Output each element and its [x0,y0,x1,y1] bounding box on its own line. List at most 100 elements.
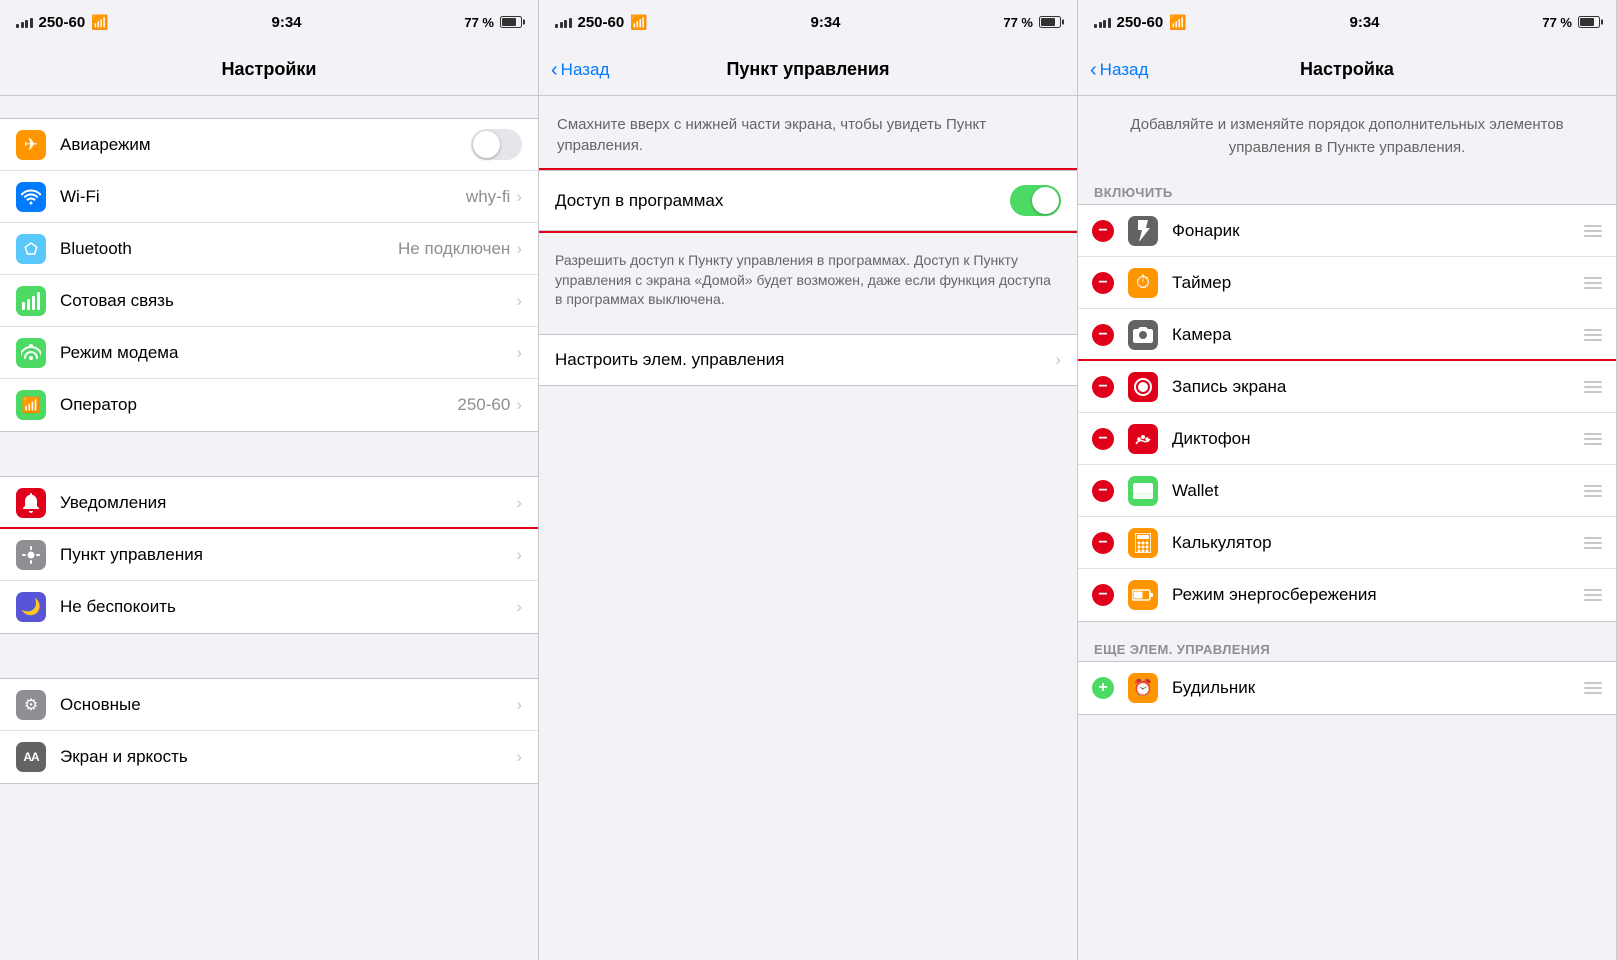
control-center-chevron-icon: › [516,545,522,565]
nav-bar-3: ‹ Назад Настройка [1078,44,1616,96]
alarm-drag-handle[interactable] [1584,682,1602,694]
operator-icon: 📶 [16,390,46,420]
settings-section-1: ✈ Авиарежим Wi-Fi why-fi › ⬠ [0,118,538,432]
back-button-3[interactable]: ‹ Назад [1090,60,1148,80]
configure-label: Настроить элем. управления [555,350,1055,370]
control-cell-voice-memos[interactable]: − Диктофон [1078,413,1616,465]
voice-memos-label: Диктофон [1172,429,1602,449]
include-list: − Фонарик − ⏱ Таймер − [1078,204,1616,622]
control-center-icon [16,540,46,570]
control-cell-camera[interactable]: − Камера [1078,309,1616,361]
notifications-chevron-icon: › [516,493,522,513]
settings-section-2: Уведомления › Пункт управления › [0,476,538,634]
wallet-label: Wallet [1172,481,1602,501]
cell-display[interactable]: AA Экран и яркость › [0,731,538,783]
calculator-icon [1128,528,1158,558]
cell-general[interactable]: ⚙ Основные › [0,679,538,731]
customize-panel: 250-60 📶 9:34 77 % ‹ Назад Настройка Доб… [1078,0,1617,960]
configure-row[interactable]: Настроить элем. управления › [539,334,1077,386]
signal-icon-2 [555,16,572,28]
control-cell-alarm[interactable]: + ⏰ Будильник [1078,662,1616,714]
control-cell-low-power[interactable]: − Режим энергосбережения [1078,569,1616,621]
remove-timer-btn[interactable]: − [1092,272,1114,294]
operator-chevron-icon: › [516,395,522,415]
battery-pct-2: 77 % [1003,15,1033,30]
carrier-2: 250-60 [578,14,625,31]
bluetooth-icon: ⬠ [16,234,46,264]
flashlight-icon [1128,216,1158,246]
cell-operator[interactable]: 📶 Оператор 250-60 › [0,379,538,431]
wifi-chevron-icon: › [516,187,522,207]
cell-control-center[interactable]: Пункт управления › [0,529,538,581]
add-alarm-btn[interactable]: + [1092,677,1114,699]
timer-drag-handle[interactable] [1584,277,1602,289]
access-in-apps-row[interactable]: Доступ в программах [539,170,1077,231]
cell-bluetooth-label: Bluetooth [60,239,398,259]
low-power-drag-handle[interactable] [1584,589,1602,601]
camera-label: Камера [1172,325,1602,345]
back-button-2[interactable]: ‹ Назад [551,60,609,80]
cell-cellular[interactable]: Сотовая связь › [0,275,538,327]
nav-title-1: Настройки [222,59,317,80]
control-cell-wallet[interactable]: − Wallet [1078,465,1616,517]
cell-hotspot[interactable]: Режим модема › [0,327,538,379]
status-bar-3: 250-60 📶 9:34 77 % [1078,0,1616,44]
cell-airplane[interactable]: ✈ Авиарежим [0,119,538,171]
screen-record-drag-handle[interactable] [1584,381,1602,393]
carrier-3: 250-60 [1117,14,1164,31]
control-cell-flashlight[interactable]: − Фонарик [1078,205,1616,257]
flashlight-drag-handle[interactable] [1584,225,1602,237]
customize-content: Добавляйте и изменяйте порядок дополните… [1078,96,1616,960]
wifi-icon-3: 📶 [1169,14,1186,31]
calculator-label: Калькулятор [1172,533,1602,553]
control-center-panel: 250-60 📶 9:34 77 % ‹ Назад Пункт управле… [539,0,1078,960]
cell-dnd-label: Не беспокоить [60,597,516,617]
cell-dnd[interactable]: 🌙 Не беспокоить › [0,581,538,633]
control-cell-calculator[interactable]: − Калькулятор [1078,517,1616,569]
remove-wallet-btn[interactable]: − [1092,480,1114,502]
access-toggle[interactable] [1010,185,1061,216]
low-power-icon [1128,580,1158,610]
time-2: 9:34 [810,14,840,31]
configure-chevron-icon: › [1055,350,1061,370]
control-cell-screen-record[interactable]: − Запись экрана [1078,361,1616,413]
carrier-1: 250-60 [39,14,86,31]
back-label-3: Назад [1100,60,1149,80]
voice-memos-icon [1128,424,1158,454]
control-cell-timer[interactable]: − ⏱ Таймер [1078,257,1616,309]
cell-notifications-label: Уведомления [60,493,516,513]
wifi-icon-2: 📶 [630,14,647,31]
remove-screen-record-btn[interactable]: − [1092,376,1114,398]
status-right-3: 77 % [1542,15,1600,30]
wifi-icon-1: 📶 [91,14,108,31]
cell-bluetooth[interactable]: ⬠ Bluetooth Не подключен › [0,223,538,275]
cell-notifications[interactable]: Уведомления › [0,477,538,529]
general-icon: ⚙ [16,690,46,720]
dnd-icon: 🌙 [16,592,46,622]
more-list: + ⏰ Будильник [1078,661,1616,715]
calculator-drag-handle[interactable] [1584,537,1602,549]
wallet-drag-handle[interactable] [1584,485,1602,497]
camera-icon [1128,320,1158,350]
airplane-toggle[interactable] [471,129,522,160]
battery-pct-1: 77 % [464,15,494,30]
cell-wifi[interactable]: Wi-Fi why-fi › [0,171,538,223]
remove-calculator-btn[interactable]: − [1092,532,1114,554]
cell-general-label: Основные [60,695,516,715]
customize-header-text: Добавляйте и изменяйте порядок дополните… [1078,96,1616,179]
time-1: 9:34 [271,14,301,31]
hotspot-chevron-icon: › [516,343,522,363]
remove-flashlight-btn[interactable]: − [1092,220,1114,242]
remove-low-power-btn[interactable]: − [1092,584,1114,606]
remove-voice-memos-btn[interactable]: − [1092,428,1114,450]
timer-label: Таймер [1172,273,1602,293]
wifi-cell-icon [16,182,46,212]
nav-bar-2: ‹ Назад Пункт управления [539,44,1077,96]
cell-bluetooth-value: Не подключен [398,239,510,259]
remove-camera-btn[interactable]: − [1092,324,1114,346]
timer-icon: ⏱ [1128,268,1158,298]
camera-drag-handle[interactable] [1584,329,1602,341]
voice-memos-drag-handle[interactable] [1584,433,1602,445]
settings-panel: 250-60 📶 9:34 77 % Настройки ✈ Авиарежим [0,0,539,960]
signal-icon-1 [16,16,33,28]
